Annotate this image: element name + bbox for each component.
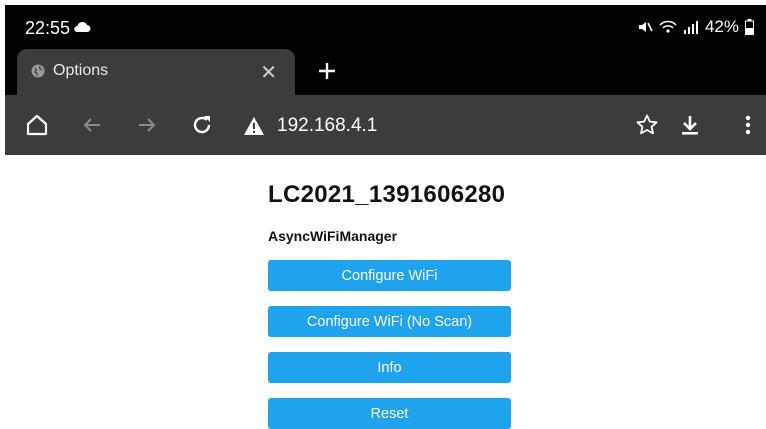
- mute-icon: [638, 22, 653, 32]
- web-page: LC2021_1391606280 AsyncWiFiManager Confi…: [0, 155, 766, 429]
- status-time: 22:55: [25, 18, 71, 38]
- battery-percent: 42%: [704, 17, 739, 36]
- new-tab-icon[interactable]: [315, 59, 339, 83]
- page-subtitle: AsyncWiFiManager: [268, 228, 398, 244]
- wifi-icon: [659, 20, 677, 33]
- info-button[interactable]: Info: [268, 352, 511, 383]
- url-text[interactable]: 192.168.4.1: [277, 115, 377, 137]
- cloud-icon: [74, 21, 91, 32]
- more-menu-icon[interactable]: [736, 113, 760, 137]
- browser-tab[interactable]: Options ✕: [17, 49, 295, 95]
- browser-chrome: 22:55 42% Options ✕ 192.168.4.1: [5, 5, 766, 155]
- signal-icon: [683, 21, 698, 34]
- address-bar[interactable]: 192.168.4.1: [241, 113, 641, 141]
- battery-icon: [745, 19, 754, 35]
- page-title: LC2021_1391606280: [268, 181, 506, 208]
- tab-title: Options: [53, 62, 109, 79]
- reload-icon[interactable]: [190, 113, 214, 137]
- globe-icon: [31, 64, 45, 78]
- status-indicators: 42%: [637, 17, 754, 37]
- browser-toolbar: 192.168.4.1: [5, 95, 766, 155]
- status-bar: 22:55 42%: [5, 5, 766, 49]
- configure-wifi-button[interactable]: Configure WiFi: [268, 260, 511, 291]
- warning-icon[interactable]: [243, 116, 265, 136]
- star-icon[interactable]: [635, 113, 659, 137]
- close-tab-icon[interactable]: ✕: [260, 60, 277, 85]
- reset-button[interactable]: Reset: [268, 398, 511, 429]
- configure-wifi-no-scan-button[interactable]: Configure WiFi (No Scan): [268, 306, 511, 337]
- download-icon[interactable]: [678, 113, 702, 137]
- forward-icon[interactable]: [135, 113, 159, 137]
- home-icon[interactable]: [25, 113, 49, 137]
- back-icon[interactable]: [80, 113, 104, 137]
